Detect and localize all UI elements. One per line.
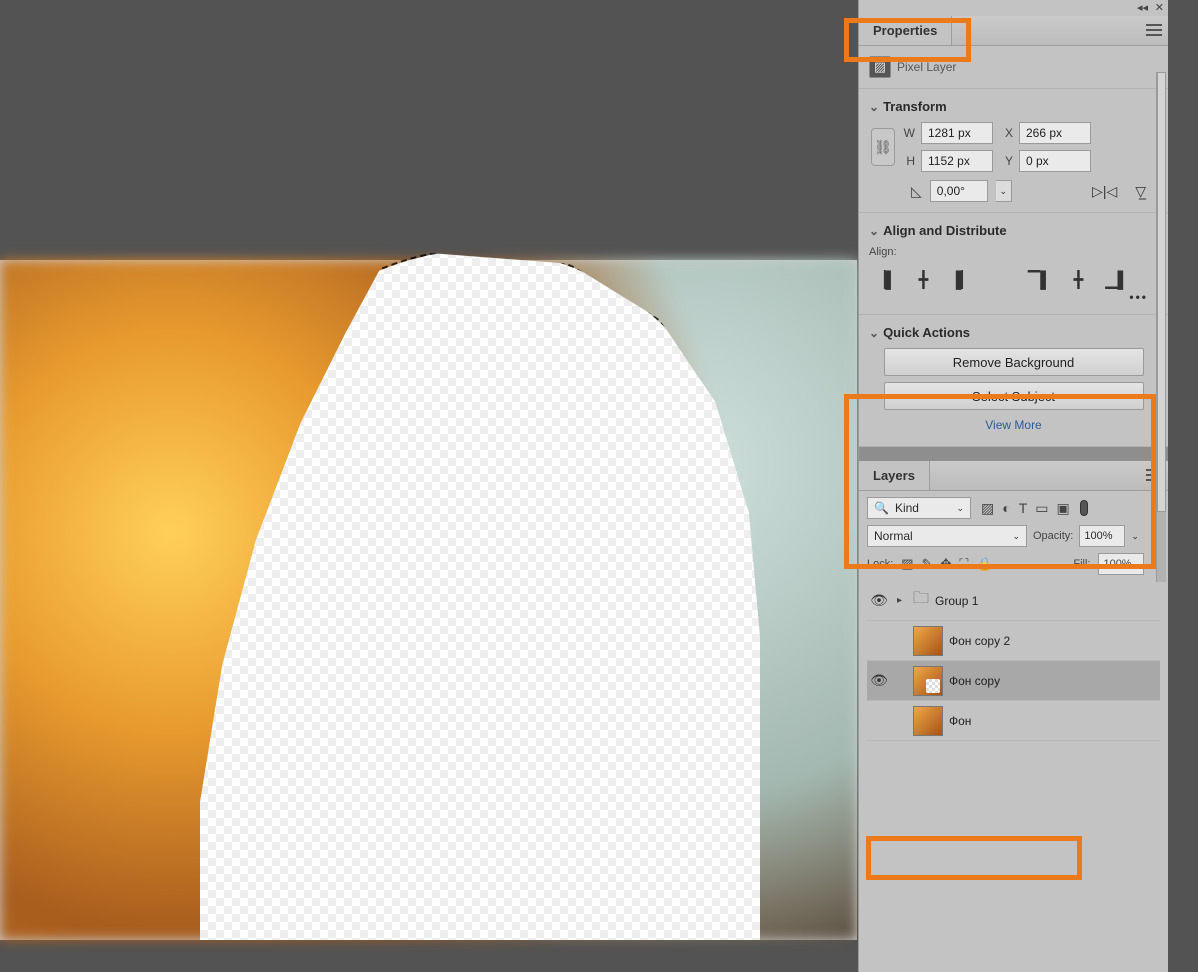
- blend-mode-label: Normal: [874, 529, 913, 543]
- canvas-area[interactable]: [0, 260, 857, 940]
- filter-kind-dropdown[interactable]: 🔍 Kind ⌄: [867, 497, 971, 519]
- layer-type-section: ▨ Pixel Layer: [859, 46, 1168, 89]
- opacity-input[interactable]: 100%: [1079, 525, 1125, 547]
- collapse-icon[interactable]: ◂◂: [1137, 1, 1148, 14]
- layers-tabbar: Layers: [859, 461, 1168, 491]
- visibility-icon[interactable]: 👁: [867, 672, 891, 689]
- layer-row-group[interactable]: 👁 ▸ 🗀 Group 1: [867, 581, 1160, 621]
- angle-icon: ◿: [911, 183, 922, 200]
- transform-section: Transform ⛓ W 1281 px X 266 px H 1152 px…: [859, 89, 1168, 213]
- select-subject-button[interactable]: Select Subject: [884, 382, 1144, 410]
- height-input[interactable]: 1152 px: [921, 150, 993, 172]
- view-more-link[interactable]: View More: [869, 418, 1158, 432]
- properties-tabbar: Properties: [859, 16, 1168, 46]
- search-icon: 🔍: [874, 501, 889, 515]
- align-hcenter-icon[interactable]: ╋: [919, 270, 929, 290]
- pixel-layer-icon: ▨: [869, 56, 891, 78]
- align-bottom-icon[interactable]: ▁▌: [1105, 270, 1129, 290]
- layer-row-selected[interactable]: 👁 Фон copy: [867, 661, 1160, 701]
- layer-list: 👁 ▸ 🗀 Group 1 👁 Фон copy 2 👁 Фон copy 👁: [867, 581, 1160, 741]
- panel-menu-icon[interactable]: [1146, 24, 1162, 36]
- chevron-down-icon[interactable]: ⌄: [1131, 531, 1139, 542]
- quick-actions-header[interactable]: Quick Actions: [869, 325, 1158, 340]
- width-input[interactable]: 1281 px: [921, 122, 993, 144]
- layer-thumb: [913, 626, 943, 656]
- layer-name: Фон copy 2: [949, 634, 1010, 648]
- lock-move-icon[interactable]: ✥: [941, 556, 952, 572]
- layers-body: 🔍 Kind ⌄ ▨ ◐ T ▭ ▣ Normal ⌄ Opacity: 100…: [859, 491, 1168, 745]
- y-label: Y: [999, 154, 1013, 168]
- tab-layers[interactable]: Layers: [859, 461, 930, 490]
- layer-name: Фон copy: [949, 674, 1000, 688]
- visibility-icon[interactable]: 👁: [867, 632, 891, 649]
- h-label: H: [901, 154, 915, 168]
- filter-adjust-icon[interactable]: ◐: [1002, 500, 1010, 517]
- scrollbar-thumb[interactable]: [1157, 72, 1166, 512]
- filter-smart-icon[interactable]: ▣: [1057, 500, 1070, 517]
- layer-type-label: Pixel Layer: [897, 60, 956, 74]
- close-icon[interactable]: ✕: [1155, 1, 1164, 14]
- x-label: X: [999, 126, 1013, 140]
- filter-pixel-icon[interactable]: ▨: [981, 500, 994, 517]
- remove-background-button[interactable]: Remove Background: [884, 348, 1144, 376]
- chevron-down-icon: ⌄: [956, 503, 964, 514]
- align-left-icon[interactable]: ▕▌: [873, 270, 897, 290]
- quick-actions-section: Quick Actions Remove Background Select S…: [859, 315, 1168, 447]
- more-dots-icon[interactable]: •••: [869, 290, 1158, 304]
- fill-label: Fill:: [1073, 558, 1090, 570]
- align-top-icon[interactable]: ▔▌: [1028, 270, 1052, 290]
- filter-shape-icon[interactable]: ▭: [1035, 500, 1048, 517]
- layer-row[interactable]: 👁 Фон copy 2: [867, 621, 1160, 661]
- panel-divider: [859, 447, 1168, 461]
- align-sublabel: Align:: [869, 246, 1158, 258]
- filter-type-icon[interactable]: T: [1019, 500, 1028, 517]
- align-header[interactable]: Align and Distribute: [869, 223, 1158, 238]
- visibility-icon[interactable]: 👁: [867, 712, 891, 729]
- filter-toggle[interactable]: [1080, 500, 1088, 516]
- flip-horizontal-icon[interactable]: ▷|◁: [1092, 183, 1117, 200]
- fill-input[interactable]: 100%: [1098, 553, 1144, 575]
- lock-all-icon[interactable]: 🔒: [977, 556, 993, 572]
- align-vcenter-icon[interactable]: ╋: [1074, 270, 1084, 290]
- align-section: Align and Distribute Align: ▕▌ ╋ ▐▏ ▔▌ ╋…: [859, 213, 1168, 315]
- layer-name: Group 1: [935, 594, 978, 608]
- blend-mode-dropdown[interactable]: Normal ⌄: [867, 525, 1027, 547]
- w-label: W: [901, 126, 915, 140]
- layer-thumb: [913, 706, 943, 736]
- expand-icon[interactable]: ▸: [897, 595, 907, 606]
- lock-label: Lock:: [867, 558, 893, 570]
- chevron-down-icon: ⌄: [1012, 531, 1020, 542]
- angle-input[interactable]: 0,00°: [930, 180, 988, 202]
- link-wh-icon[interactable]: ⛓: [871, 128, 895, 166]
- right-panel: ◂◂ ✕ Properties ▨ Pixel Layer Transform …: [858, 0, 1168, 972]
- layer-row[interactable]: 👁 Фон: [867, 701, 1160, 741]
- flip-vertical-icon[interactable]: ▽̲: [1135, 183, 1146, 200]
- opacity-label: Opacity:: [1033, 530, 1073, 542]
- folder-icon: 🗀: [913, 587, 929, 614]
- lock-transparent-icon[interactable]: ▨: [901, 556, 913, 572]
- lock-artboard-icon[interactable]: ⛶: [959, 556, 968, 572]
- align-right-icon[interactable]: ▐▏: [950, 270, 974, 290]
- lock-brush-icon[interactable]: ✎: [922, 556, 933, 572]
- y-input[interactable]: 0 px: [1019, 150, 1091, 172]
- transform-header[interactable]: Transform: [869, 99, 1158, 114]
- properties-scrollbar[interactable]: [1156, 72, 1166, 582]
- angle-dropdown[interactable]: ⌄: [996, 180, 1012, 202]
- layer-name: Фон: [949, 714, 971, 728]
- tab-properties[interactable]: Properties: [859, 16, 952, 45]
- x-input[interactable]: 266 px: [1019, 122, 1091, 144]
- layer-thumb: [913, 666, 943, 696]
- visibility-icon[interactable]: 👁: [867, 592, 891, 609]
- filter-kind-label: Kind: [895, 501, 919, 515]
